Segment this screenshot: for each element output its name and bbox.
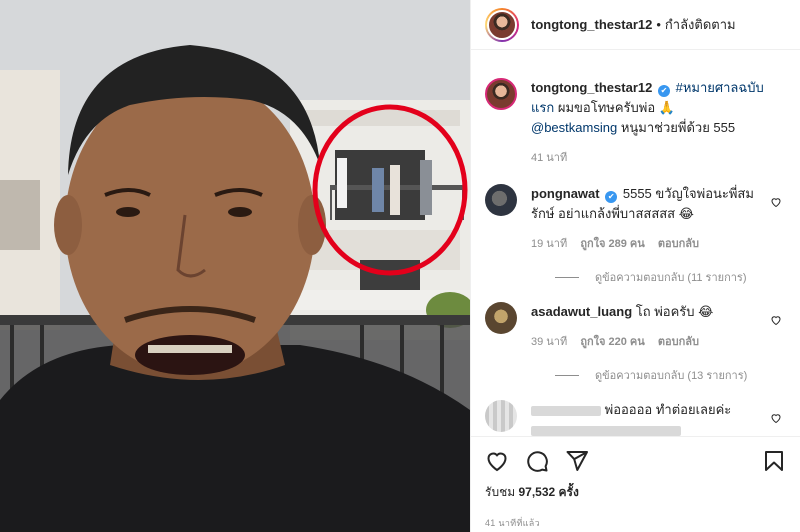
view-count[interactable]: รับชม 97,532 ครั้ง	[485, 483, 786, 502]
caption-username[interactable]: tongtong_thestar12	[531, 80, 652, 95]
comment-item: asadawut_luang โถ พ่อครับ 😂 39 นาที ถูกใ…	[485, 302, 786, 352]
comment-time: 19 นาที	[531, 238, 568, 250]
blurred-username	[531, 405, 601, 416]
views-suffix: ครั้ง	[558, 485, 579, 499]
view-replies-label: ดูข้อความตอบกลับ (13 รายการ)	[595, 370, 748, 382]
heart-icon[interactable]	[485, 449, 509, 473]
comment-item: พ่อออออ ทำต่อยเลยค่ะ	[485, 400, 786, 436]
bookmark-icon[interactable]	[762, 449, 786, 473]
reply-button[interactable]: ตอบกลับ	[658, 238, 699, 250]
paper-plane-icon[interactable]	[565, 449, 589, 473]
caption-text: ผมขอโทษครับพ่อ 🙏	[557, 100, 675, 115]
caption-text-2: หนูมาช่วยพี่ด้วย 555	[620, 120, 736, 135]
like-comment-heart-icon[interactable]	[770, 196, 782, 208]
following-button[interactable]: กำลังติดตาม	[665, 14, 736, 35]
comments-section: tongtong_thestar12 ✔ #หมายศาลฉบับแรก ผมข…	[471, 62, 800, 436]
post-caption: tongtong_thestar12 ✔ #หมายศาลฉบับแรก ผมข…	[485, 78, 786, 168]
views-count: 97,532	[518, 485, 556, 499]
video-frame-image	[0, 0, 470, 532]
views-label: รับชม	[485, 485, 516, 499]
post-actions-area: รับชม 97,532 ครั้ง 41 นาทีที่แล้ว	[471, 436, 800, 532]
view-replies-button[interactable]: ดูข้อความตอบกลับ (13 รายการ)	[555, 366, 786, 384]
blurred-avatar[interactable]	[485, 400, 517, 432]
comment-likes[interactable]: ถูกใจ 220 คน	[580, 336, 644, 348]
comment-item: pongnawat ✔ 5555 ขวัญใจพ่อนะพี่สมรักษ์ อ…	[485, 184, 786, 254]
comment-likes[interactable]: ถูกใจ 289 คน	[580, 238, 644, 250]
author-avatar[interactable]	[485, 7, 519, 42]
posted-time: 41 นาทีที่แล้ว	[485, 518, 540, 528]
blurred-text	[531, 425, 681, 436]
reply-button[interactable]: ตอบกลับ	[658, 336, 699, 348]
action-bar	[485, 441, 786, 481]
author-username[interactable]: tongtong_thestar12	[531, 17, 652, 32]
post-video[interactable]	[0, 0, 470, 532]
comment-username[interactable]: asadawut_luang	[531, 304, 632, 319]
avatar[interactable]	[485, 302, 517, 334]
comment-username[interactable]: pongnawat	[531, 186, 600, 201]
comment-time: 39 นาที	[531, 336, 568, 348]
view-replies-button[interactable]: ดูข้อความตอบกลับ (11 รายการ)	[555, 268, 786, 286]
comment-text: โถ พ่อครับ 😂	[635, 304, 714, 319]
avatar[interactable]	[485, 78, 517, 110]
comment-icon[interactable]	[525, 449, 549, 473]
like-comment-heart-icon[interactable]	[770, 412, 782, 424]
verified-badge-icon: ✔	[605, 191, 618, 203]
avatar[interactable]	[485, 184, 517, 216]
like-comment-heart-icon[interactable]	[770, 314, 782, 326]
mention-link[interactable]: @bestkamsing	[531, 120, 617, 135]
header-separator: •	[656, 17, 661, 32]
comment-text: พ่อออออ ทำต่อยเลยค่ะ	[604, 402, 732, 417]
post-panel: tongtong_thestar12 • กำลังติดตาม tongton…	[470, 0, 800, 532]
caption-time: 41 นาที	[531, 152, 568, 164]
view-replies-label: ดูข้อความตอบกลับ (11 รายการ)	[595, 272, 747, 284]
verified-badge-icon: ✔	[657, 85, 670, 97]
post-header: tongtong_thestar12 • กำลังติดตาม	[471, 0, 800, 50]
